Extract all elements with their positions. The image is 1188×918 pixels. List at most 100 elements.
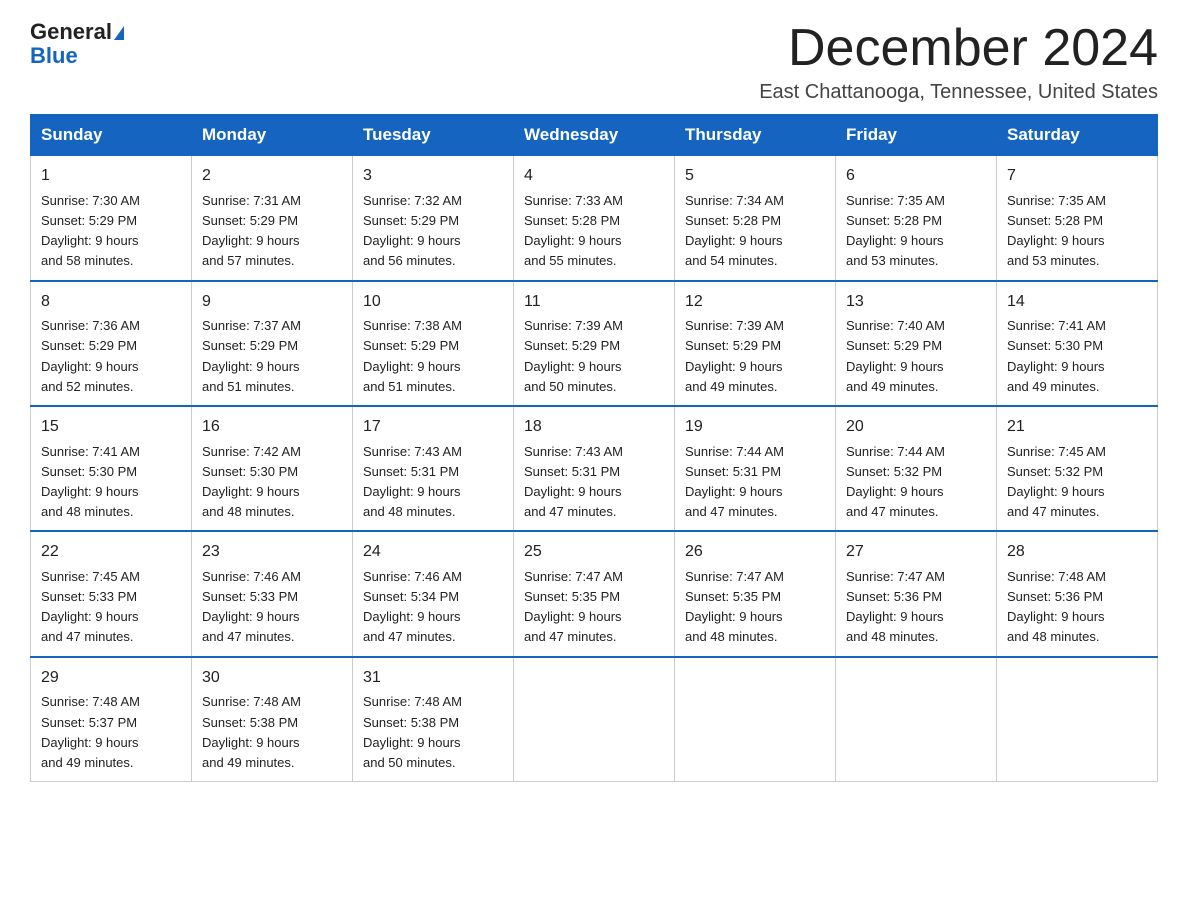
- cell-info: Sunrise: 7:48 AMSunset: 5:37 PMDaylight:…: [41, 692, 181, 773]
- day-number: 29: [41, 666, 181, 691]
- day-number: 9: [202, 290, 342, 315]
- weekday-header-row: SundayMondayTuesdayWednesdayThursdayFrid…: [31, 115, 1158, 156]
- calendar-cell: 6Sunrise: 7:35 AMSunset: 5:28 PMDaylight…: [836, 156, 997, 281]
- calendar-cell: 14Sunrise: 7:41 AMSunset: 5:30 PMDayligh…: [997, 281, 1158, 406]
- weekday-header-tuesday: Tuesday: [353, 115, 514, 156]
- cell-info: Sunrise: 7:45 AMSunset: 5:33 PMDaylight:…: [41, 567, 181, 648]
- cell-info: Sunrise: 7:43 AMSunset: 5:31 PMDaylight:…: [524, 442, 664, 523]
- day-number: 16: [202, 415, 342, 440]
- day-number: 12: [685, 290, 825, 315]
- cell-info: Sunrise: 7:31 AMSunset: 5:29 PMDaylight:…: [202, 191, 342, 272]
- calendar-cell: 26Sunrise: 7:47 AMSunset: 5:35 PMDayligh…: [675, 531, 836, 656]
- day-number: 23: [202, 540, 342, 565]
- cell-info: Sunrise: 7:38 AMSunset: 5:29 PMDaylight:…: [363, 316, 503, 397]
- day-number: 6: [846, 164, 986, 189]
- day-number: 7: [1007, 164, 1147, 189]
- cell-info: Sunrise: 7:47 AMSunset: 5:36 PMDaylight:…: [846, 567, 986, 648]
- logo-blue-text: Blue: [30, 43, 78, 68]
- cell-info: Sunrise: 7:48 AMSunset: 5:38 PMDaylight:…: [202, 692, 342, 773]
- month-title: December 2024: [759, 20, 1158, 77]
- calendar-cell: 5Sunrise: 7:34 AMSunset: 5:28 PMDaylight…: [675, 156, 836, 281]
- cell-info: Sunrise: 7:41 AMSunset: 5:30 PMDaylight:…: [1007, 316, 1147, 397]
- calendar-cell: 17Sunrise: 7:43 AMSunset: 5:31 PMDayligh…: [353, 406, 514, 531]
- calendar-cell: 23Sunrise: 7:46 AMSunset: 5:33 PMDayligh…: [192, 531, 353, 656]
- calendar-cell: 24Sunrise: 7:46 AMSunset: 5:34 PMDayligh…: [353, 531, 514, 656]
- calendar-cell: 28Sunrise: 7:48 AMSunset: 5:36 PMDayligh…: [997, 531, 1158, 656]
- day-number: 3: [363, 164, 503, 189]
- day-number: 24: [363, 540, 503, 565]
- calendar-week-row: 1Sunrise: 7:30 AMSunset: 5:29 PMDaylight…: [31, 156, 1158, 281]
- calendar-cell: 2Sunrise: 7:31 AMSunset: 5:29 PMDaylight…: [192, 156, 353, 281]
- calendar-cell: 7Sunrise: 7:35 AMSunset: 5:28 PMDaylight…: [997, 156, 1158, 281]
- cell-info: Sunrise: 7:30 AMSunset: 5:29 PMDaylight:…: [41, 191, 181, 272]
- calendar-cell: 15Sunrise: 7:41 AMSunset: 5:30 PMDayligh…: [31, 406, 192, 531]
- calendar-cell: 18Sunrise: 7:43 AMSunset: 5:31 PMDayligh…: [514, 406, 675, 531]
- cell-info: Sunrise: 7:33 AMSunset: 5:28 PMDaylight:…: [524, 191, 664, 272]
- day-number: 11: [524, 290, 664, 315]
- calendar-cell: 11Sunrise: 7:39 AMSunset: 5:29 PMDayligh…: [514, 281, 675, 406]
- calendar-cell: 21Sunrise: 7:45 AMSunset: 5:32 PMDayligh…: [997, 406, 1158, 531]
- cell-info: Sunrise: 7:42 AMSunset: 5:30 PMDaylight:…: [202, 442, 342, 523]
- cell-info: Sunrise: 7:39 AMSunset: 5:29 PMDaylight:…: [685, 316, 825, 397]
- calendar-week-row: 22Sunrise: 7:45 AMSunset: 5:33 PMDayligh…: [31, 531, 1158, 656]
- location-subtitle: East Chattanooga, Tennessee, United Stat…: [759, 81, 1158, 104]
- day-number: 13: [846, 290, 986, 315]
- calendar-cell: [514, 657, 675, 782]
- calendar-cell: 19Sunrise: 7:44 AMSunset: 5:31 PMDayligh…: [675, 406, 836, 531]
- page-header: General Blue December 2024 East Chattano…: [30, 20, 1158, 104]
- logo-triangle-icon: [114, 26, 124, 40]
- cell-info: Sunrise: 7:36 AMSunset: 5:29 PMDaylight:…: [41, 316, 181, 397]
- calendar-week-row: 15Sunrise: 7:41 AMSunset: 5:30 PMDayligh…: [31, 406, 1158, 531]
- cell-info: Sunrise: 7:44 AMSunset: 5:32 PMDaylight:…: [846, 442, 986, 523]
- calendar-cell: 31Sunrise: 7:48 AMSunset: 5:38 PMDayligh…: [353, 657, 514, 782]
- day-number: 20: [846, 415, 986, 440]
- day-number: 14: [1007, 290, 1147, 315]
- day-number: 30: [202, 666, 342, 691]
- day-number: 17: [363, 415, 503, 440]
- day-number: 18: [524, 415, 664, 440]
- calendar-cell: [836, 657, 997, 782]
- weekday-header-sunday: Sunday: [31, 115, 192, 156]
- calendar-cell: 29Sunrise: 7:48 AMSunset: 5:37 PMDayligh…: [31, 657, 192, 782]
- weekday-header-thursday: Thursday: [675, 115, 836, 156]
- calendar-cell: 9Sunrise: 7:37 AMSunset: 5:29 PMDaylight…: [192, 281, 353, 406]
- day-number: 1: [41, 164, 181, 189]
- calendar-cell: [675, 657, 836, 782]
- calendar-cell: 13Sunrise: 7:40 AMSunset: 5:29 PMDayligh…: [836, 281, 997, 406]
- cell-info: Sunrise: 7:47 AMSunset: 5:35 PMDaylight:…: [685, 567, 825, 648]
- calendar-cell: 10Sunrise: 7:38 AMSunset: 5:29 PMDayligh…: [353, 281, 514, 406]
- cell-info: Sunrise: 7:47 AMSunset: 5:35 PMDaylight:…: [524, 567, 664, 648]
- calendar-cell: 4Sunrise: 7:33 AMSunset: 5:28 PMDaylight…: [514, 156, 675, 281]
- cell-info: Sunrise: 7:44 AMSunset: 5:31 PMDaylight:…: [685, 442, 825, 523]
- day-number: 8: [41, 290, 181, 315]
- calendar-cell: 12Sunrise: 7:39 AMSunset: 5:29 PMDayligh…: [675, 281, 836, 406]
- cell-info: Sunrise: 7:45 AMSunset: 5:32 PMDaylight:…: [1007, 442, 1147, 523]
- cell-info: Sunrise: 7:40 AMSunset: 5:29 PMDaylight:…: [846, 316, 986, 397]
- calendar-week-row: 29Sunrise: 7:48 AMSunset: 5:37 PMDayligh…: [31, 657, 1158, 782]
- weekday-header-friday: Friday: [836, 115, 997, 156]
- calendar-cell: 27Sunrise: 7:47 AMSunset: 5:36 PMDayligh…: [836, 531, 997, 656]
- cell-info: Sunrise: 7:48 AMSunset: 5:38 PMDaylight:…: [363, 692, 503, 773]
- cell-info: Sunrise: 7:37 AMSunset: 5:29 PMDaylight:…: [202, 316, 342, 397]
- logo-text: General Blue: [30, 20, 124, 68]
- calendar-table: SundayMondayTuesdayWednesdayThursdayFrid…: [30, 114, 1158, 782]
- logo: General Blue: [30, 20, 124, 68]
- day-number: 10: [363, 290, 503, 315]
- cell-info: Sunrise: 7:35 AMSunset: 5:28 PMDaylight:…: [1007, 191, 1147, 272]
- day-number: 31: [363, 666, 503, 691]
- weekday-header-monday: Monday: [192, 115, 353, 156]
- calendar-cell: [997, 657, 1158, 782]
- cell-info: Sunrise: 7:35 AMSunset: 5:28 PMDaylight:…: [846, 191, 986, 272]
- cell-info: Sunrise: 7:32 AMSunset: 5:29 PMDaylight:…: [363, 191, 503, 272]
- calendar-cell: 25Sunrise: 7:47 AMSunset: 5:35 PMDayligh…: [514, 531, 675, 656]
- calendar-cell: 30Sunrise: 7:48 AMSunset: 5:38 PMDayligh…: [192, 657, 353, 782]
- calendar-week-row: 8Sunrise: 7:36 AMSunset: 5:29 PMDaylight…: [31, 281, 1158, 406]
- cell-info: Sunrise: 7:39 AMSunset: 5:29 PMDaylight:…: [524, 316, 664, 397]
- day-number: 15: [41, 415, 181, 440]
- day-number: 4: [524, 164, 664, 189]
- day-number: 21: [1007, 415, 1147, 440]
- calendar-cell: 8Sunrise: 7:36 AMSunset: 5:29 PMDaylight…: [31, 281, 192, 406]
- cell-info: Sunrise: 7:41 AMSunset: 5:30 PMDaylight:…: [41, 442, 181, 523]
- cell-info: Sunrise: 7:46 AMSunset: 5:34 PMDaylight:…: [363, 567, 503, 648]
- day-number: 28: [1007, 540, 1147, 565]
